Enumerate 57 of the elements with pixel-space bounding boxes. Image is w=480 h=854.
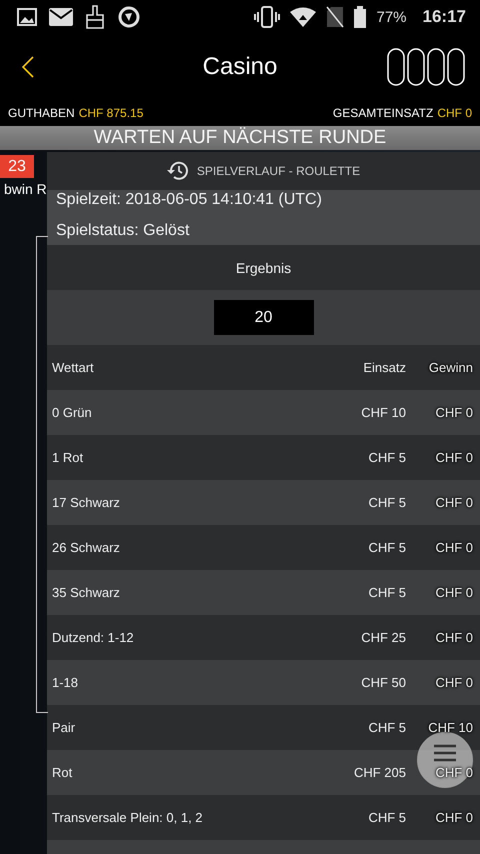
chip-slots-icon[interactable] xyxy=(387,48,465,86)
table-cell-text: Transversale Plein: 0, 1, 2 xyxy=(52,810,204,825)
table-cell-text: 17 Schwarz xyxy=(52,495,121,510)
brush-icon xyxy=(85,5,105,29)
table-cell-text: CHF 5 xyxy=(367,810,406,825)
table-cell-text: CHF 0 xyxy=(434,495,473,510)
table-cell-text: CHF 205 xyxy=(352,765,406,780)
info-text: Spielstatus: Gelöst xyxy=(56,221,190,241)
battery-icon xyxy=(354,6,366,28)
clock: 16:17 xyxy=(422,7,466,27)
gallery-icon xyxy=(17,8,37,26)
wifi-icon xyxy=(290,7,316,27)
balance-label: GUTHABEN xyxy=(8,106,75,120)
table-cell-text: Rot xyxy=(52,765,74,780)
page-title: Casino xyxy=(202,53,278,81)
table-cell-text: 26 Schwarz xyxy=(52,540,121,555)
table-cell-text: 35 Schwarz xyxy=(52,585,121,600)
result-label: Ergebnis xyxy=(236,260,292,276)
balance-value: CHF 0 xyxy=(437,106,472,120)
history-icon xyxy=(166,161,189,181)
table-cell-text: CHF 50 xyxy=(360,675,406,690)
table-cell-text: Pair xyxy=(52,720,76,735)
table-cell-text: CHF 0 xyxy=(434,630,473,645)
column-header: Einsatz xyxy=(362,360,406,375)
table-cell-text: CHF 0 xyxy=(434,810,473,825)
table-cell-text: 0 Grün xyxy=(52,405,93,420)
menu-icon xyxy=(433,744,457,762)
table-cell-text: CHF 5 xyxy=(367,585,406,600)
last-number-badge: 23 xyxy=(0,155,34,178)
table-cell-text: 1-18 xyxy=(52,675,80,690)
table-cell-text: CHF 0 xyxy=(434,585,473,600)
table-cell-text: CHF 10 xyxy=(427,720,473,735)
mail-icon xyxy=(49,8,73,26)
table-cell-text: CHF 25 xyxy=(360,630,406,645)
column-header: Gewinn xyxy=(428,360,473,375)
table-cell-text: CHF 0 xyxy=(434,450,473,465)
result-number: 20 xyxy=(214,300,314,335)
table-cell-text: CHF 0 xyxy=(434,405,473,420)
no-sim-icon xyxy=(326,6,344,28)
status-banner: WARTEN AUF NÄCHSTE RUNDE xyxy=(0,126,480,150)
table-cell-text: CHF 5 xyxy=(367,720,406,735)
table-cell-text: CHF 10 xyxy=(360,405,406,420)
balance-label: GESAMTEINSATZ xyxy=(332,106,434,120)
table-cell-text: Dutzend: 1-12 xyxy=(52,630,135,645)
table-cell-text: CHF 0 xyxy=(434,675,473,690)
table-cell-text: CHF 5 xyxy=(367,540,406,555)
battery-percentage: 77% xyxy=(376,8,407,26)
table-cell-text: CHF 0 xyxy=(434,540,473,555)
table-cell-text: CHF 5 xyxy=(367,450,406,465)
game-label: bwin R xyxy=(3,181,47,197)
column-header: Wettart xyxy=(52,360,95,375)
balance-value: CHF 875.15 xyxy=(78,106,144,120)
panel-title: SPIELVERLAUF - ROULETTE xyxy=(196,164,360,178)
info-text: Spielzeit: 2018-06-05 14:10:41 (UTC) xyxy=(56,190,323,210)
table-cell-text: CHF 5 xyxy=(367,495,406,510)
vibrate-icon xyxy=(254,6,280,28)
table-cell-text: 1 Rot xyxy=(52,450,84,465)
